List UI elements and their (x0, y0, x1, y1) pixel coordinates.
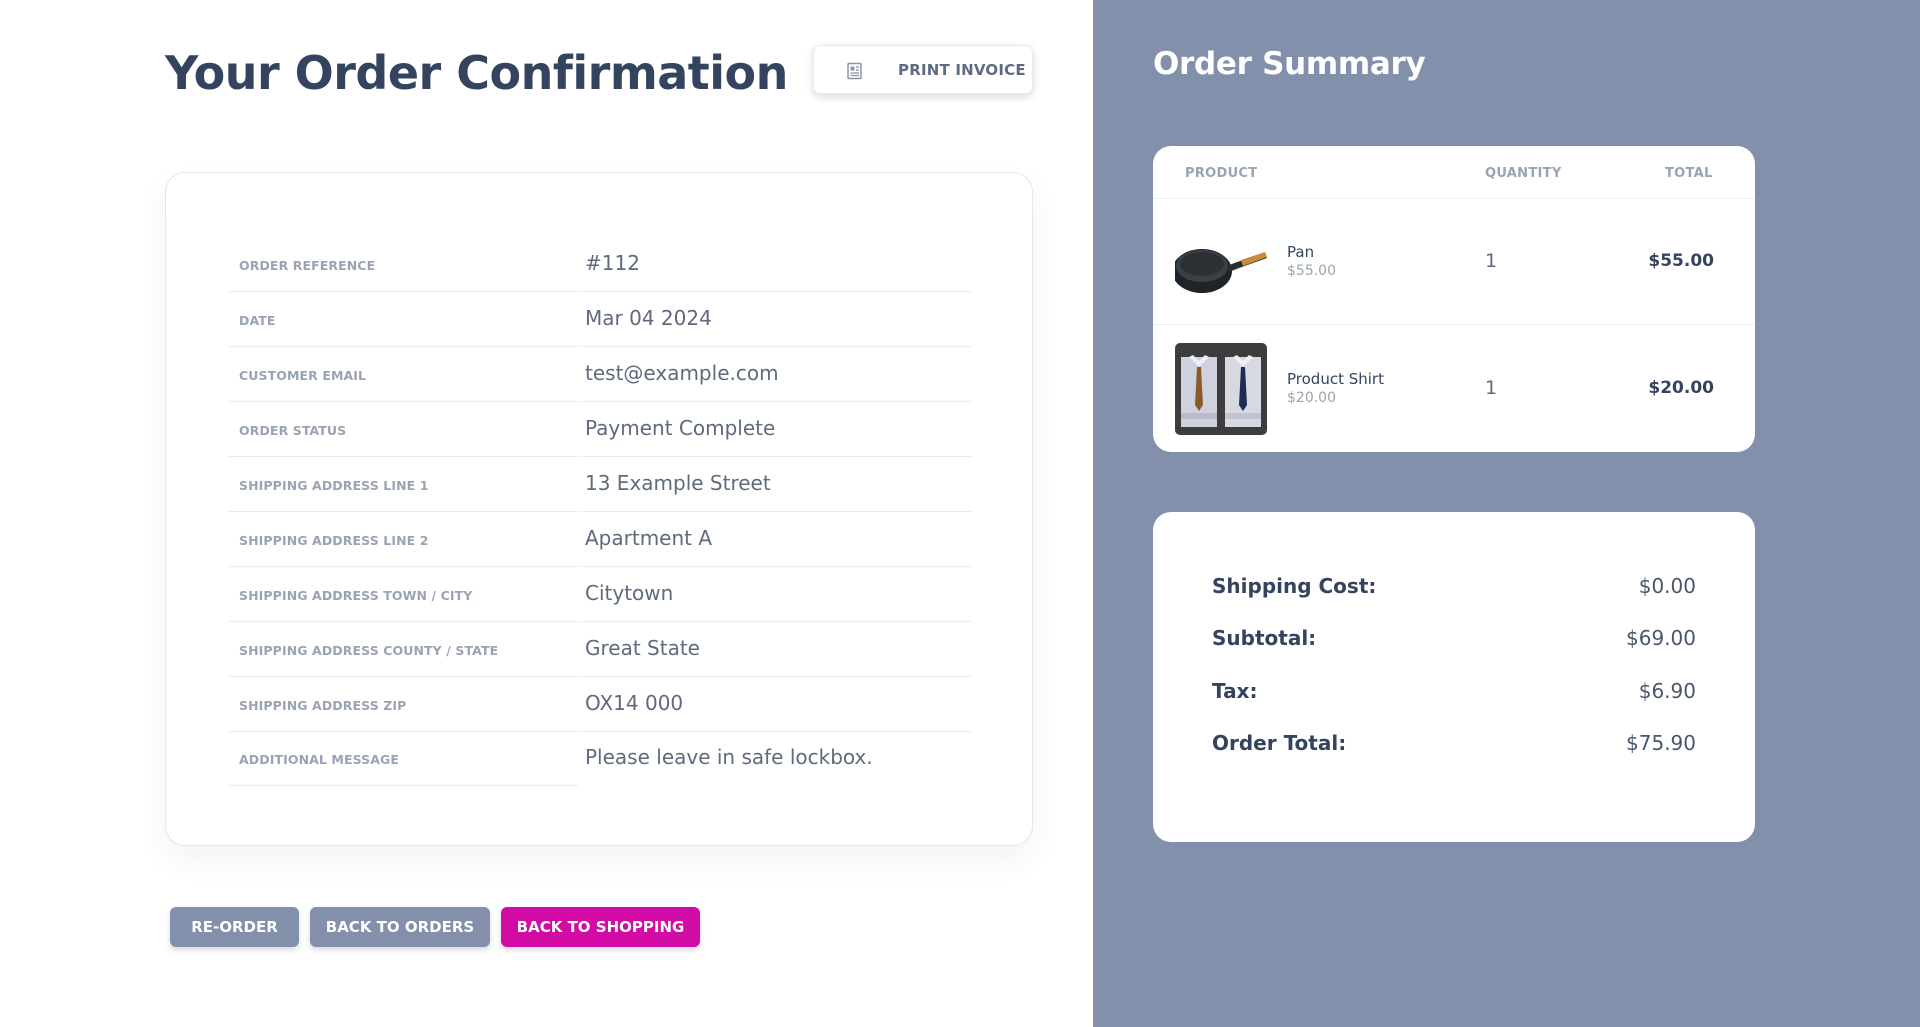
detail-label: SHIPPING ADDRESS ZIP (239, 698, 407, 713)
order-details-pane: Your Order Confirmation PRINT INVOICE OR… (0, 0, 1093, 1027)
detail-label: ORDER STATUS (239, 423, 347, 438)
detail-value: #112 (585, 251, 640, 275)
product-name: Pan (1287, 243, 1315, 261)
product-quantity: 1 (1485, 377, 1498, 399)
order-details-card: ORDER REFERENCE #112 DATE Mar 04 2024 CU… (165, 172, 1033, 846)
column-header-quantity: QUANTITY (1485, 166, 1562, 181)
detail-label: SHIPPING ADDRESS LINE 2 (239, 533, 429, 548)
product-name: Product Shirt (1287, 370, 1384, 388)
detail-row-address-line-1: SHIPPING ADDRESS LINE 1 13 Example Stree… (228, 457, 972, 512)
order-summary-title: Order Summary (1153, 46, 1426, 82)
detail-value: Citytown (585, 581, 674, 605)
detail-label: SHIPPING ADDRESS TOWN / CITY (239, 588, 473, 603)
detail-value: Great State (585, 636, 700, 660)
detail-label: CUSTOMER EMAIL (239, 368, 367, 383)
order-totals-card: Shipping Cost: $0.00 Subtotal: $69.00 Ta… (1153, 512, 1755, 842)
product-total: $55.00 (1648, 251, 1714, 271)
detail-row-additional-message: ADDITIONAL MESSAGE Please leave in safe … (228, 731, 972, 786)
detail-label: ADDITIONAL MESSAGE (239, 752, 400, 767)
detail-row-customer-email: CUSTOMER EMAIL test@example.com (228, 347, 972, 402)
detail-value: Payment Complete (585, 416, 776, 440)
detail-row-county-state: SHIPPING ADDRESS COUNTY / STATE Great St… (228, 622, 972, 677)
products-table-header: PRODUCT QUANTITY TOTAL (1153, 146, 1755, 199)
frying-pan-image (1175, 216, 1267, 308)
products-table: PRODUCT QUANTITY TOTAL Pan $55.00 1 $55.… (1153, 146, 1755, 452)
order-total-row: Order Total: $75.90 (1212, 731, 1696, 761)
totals-label: Order Total: (1212, 731, 1347, 755)
shirts-image (1175, 343, 1267, 435)
totals-label: Tax: (1212, 679, 1258, 703)
page-title: Your Order Confirmation (165, 46, 788, 100)
detail-row-order-reference: ORDER REFERENCE #112 (228, 237, 972, 292)
detail-value: Mar 04 2024 (585, 306, 712, 330)
subtotal-row: Subtotal: $69.00 (1212, 626, 1696, 656)
detail-row-zip: SHIPPING ADDRESS ZIP OX14 000 (228, 677, 972, 732)
column-header-total: TOTAL (1665, 166, 1713, 181)
detail-row-address-line-2: SHIPPING ADDRESS LINE 2 Apartment A (228, 512, 972, 567)
detail-label: ORDER REFERENCE (239, 258, 376, 273)
totals-value: $0.00 (1638, 574, 1696, 598)
totals-value: $75.90 (1626, 731, 1696, 755)
totals-label: Subtotal: (1212, 626, 1317, 650)
print-invoice-button[interactable]: PRINT INVOICE (813, 45, 1033, 94)
detail-value: test@example.com (585, 361, 779, 385)
product-quantity: 1 (1485, 250, 1498, 272)
product-unit-price: $20.00 (1287, 390, 1336, 406)
detail-value: 13 Example Street (585, 471, 771, 495)
detail-label: SHIPPING ADDRESS LINE 1 (239, 478, 429, 493)
totals-label: Shipping Cost: (1212, 574, 1377, 598)
product-unit-price: $55.00 (1287, 263, 1336, 279)
print-icon (847, 62, 862, 80)
detail-row-town-city: SHIPPING ADDRESS TOWN / CITY Citytown (228, 567, 972, 622)
reorder-button[interactable]: RE-ORDER (170, 907, 299, 947)
detail-value: Please leave in safe lockbox. (585, 745, 873, 769)
totals-value: $69.00 (1626, 626, 1696, 650)
tax-row: Tax: $6.90 (1212, 679, 1696, 709)
product-row: Pan $55.00 1 $55.00 (1153, 199, 1755, 325)
column-header-product: PRODUCT (1185, 166, 1258, 181)
detail-label: DATE (239, 313, 276, 328)
detail-label: SHIPPING ADDRESS COUNTY / STATE (239, 643, 499, 658)
product-total: $20.00 (1648, 378, 1714, 398)
totals-value: $6.90 (1638, 679, 1696, 703)
detail-row-date: DATE Mar 04 2024 (228, 292, 972, 347)
print-invoice-label: PRINT INVOICE (898, 61, 1026, 79)
back-to-shopping-button[interactable]: BACK TO SHOPPING (501, 907, 700, 947)
detail-value: OX14 000 (585, 691, 684, 715)
detail-row-order-status: ORDER STATUS Payment Complete (228, 402, 972, 457)
shipping-cost-row: Shipping Cost: $0.00 (1212, 574, 1696, 604)
back-to-orders-button[interactable]: BACK TO ORDERS (310, 907, 490, 947)
product-row: Product Shirt $20.00 1 $20.00 (1153, 326, 1755, 452)
detail-value: Apartment A (585, 526, 713, 550)
